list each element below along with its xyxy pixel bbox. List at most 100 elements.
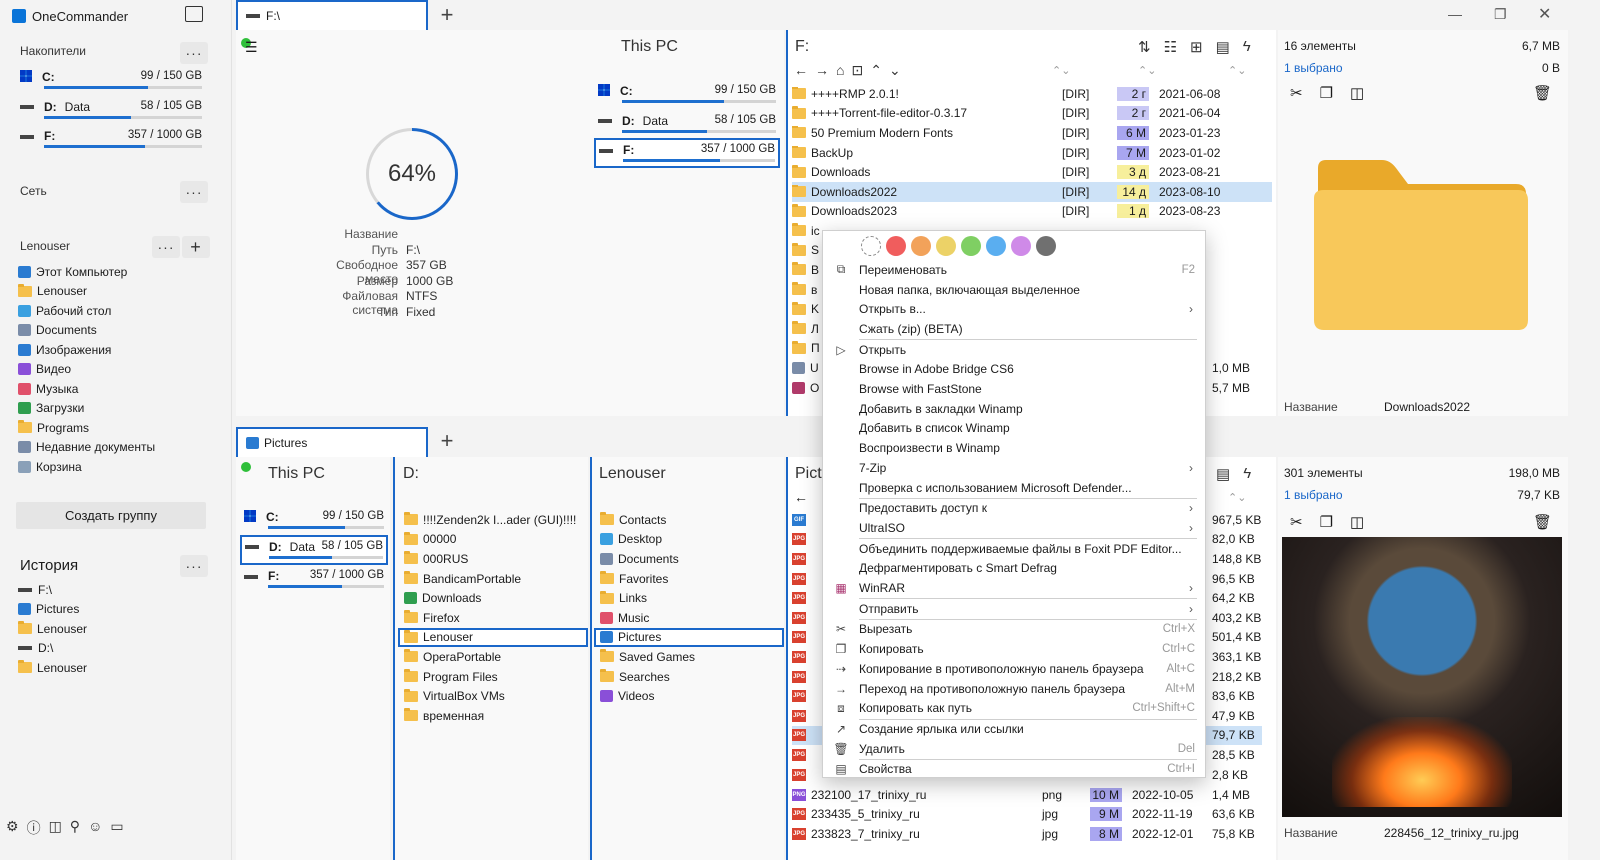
file-row[interactable]: ic [792,221,820,241]
context-menu-item[interactable]: ✂ Вырезать Ctrl+X [823,620,1205,640]
drive-item[interactable]: F: 357 / 1000 GB [594,138,780,168]
sidebar-item[interactable]: Музыка [18,379,218,399]
sort-size-icon[interactable]: ⌃⌄ [1228,64,1246,77]
folder-row[interactable]: Desktop [596,530,782,550]
file-row[interactable]: ++++RMP 2.0.1! [DIR] 2 г 2021-06-08 [792,84,1272,104]
context-menu-item[interactable]: ❐ Копировать Ctrl+C [823,639,1205,659]
delete-icon[interactable]: 🗑 [1533,513,1552,531]
sort-icon[interactable]: ⇅ [1138,38,1151,56]
sidebar-item[interactable]: Lenouser [18,282,218,302]
file-row[interactable]: JPG 233435_5_trinixy_ru jpg 9 M 2022-11-19 63… [792,805,1262,825]
context-menu-item[interactable]: Воспроизвести в Winamp [823,438,1205,458]
context-menu-item[interactable]: Browse in Adobe Bridge CS6 [823,360,1205,380]
folder-up-icon[interactable]: ⊡ [851,62,863,79]
folder-row[interactable]: VirtualBox VMs [400,686,586,706]
sidebar-item[interactable]: Этот Компьютер [18,262,218,282]
folder-row[interactable]: Downloads [400,588,586,608]
forward-icon[interactable]: → [815,62,829,79]
context-menu-item[interactable]: Browse with FastStone [823,379,1205,399]
maximize-icon[interactable]: ❐ [1494,6,1507,23]
sidebar-item[interactable]: Недавние документы [18,438,218,458]
drive-item[interactable]: D: Data 58 / 105 GB [20,100,202,128]
context-menu-item[interactable]: ▦ WinRAR › [823,578,1205,598]
context-menu-item[interactable]: Дефрагментировать с Smart Defrag [823,559,1205,579]
file-row[interactable]: 50 Premium Modern Fonts [DIR] 6 M 2023-01-2… [792,123,1272,143]
home-icon[interactable]: ⌂ [836,62,844,79]
context-menu-item[interactable]: Предоставить доступ к › [823,498,1205,518]
file-row[interactable]: Downloads2022 [DIR] 14 д 2023-08-10 [792,182,1272,202]
folder-row[interactable]: Videos [596,686,782,706]
file-row[interactable]: П [792,339,820,359]
folder-row[interactable]: Links [596,588,782,608]
file-row[interactable]: в [792,280,817,300]
copy-icon[interactable]: ❐ [1320,513,1333,531]
window-icon[interactable]: ▭ [110,818,123,838]
compare-icon[interactable]: ◫ [1350,84,1364,102]
drives-menu-button[interactable]: ··· [180,42,208,64]
context-menu-item[interactable]: Сжать (zip) (BETA) [823,319,1205,339]
file-row[interactable]: O 5,7 MB [792,378,1250,398]
context-menu-item[interactable]: Добавить в список Winamp [823,419,1205,439]
sidebar-item[interactable]: Рабочий стол [18,301,218,321]
context-menu-item[interactable]: ⧈ Копировать как путь Ctrl+Shift+C [823,698,1205,718]
context-menu-item[interactable]: 🗑 Удалить Del [823,739,1205,759]
create-group-button[interactable]: Создать группу [16,502,206,529]
sidebar-item[interactable]: Programs [18,418,218,438]
search-icon[interactable]: ⚲ [70,818,80,838]
delete-icon[interactable]: 🗑 [1533,84,1552,102]
info-icon[interactable]: ⓘ [27,818,41,838]
sidebar-item[interactable]: Lenouser [18,658,218,678]
drive-item[interactable]: D: Data 58 / 105 GB [240,534,388,565]
sidebar-item[interactable]: Корзина [18,457,218,477]
settings-icon[interactable]: ⚙ [6,818,19,838]
folder-row[interactable]: !!!!Zenden2k I...ader (GUI)!!!! [400,510,586,530]
folder-row[interactable]: OperaPortable [400,647,586,667]
context-menu-item[interactable]: ⇢ Копирование в противоположную панель бр… [823,659,1205,679]
file-row[interactable]: Л [792,319,819,339]
context-menu-item[interactable]: Проверка с использованием Microsoft Defe… [823,478,1205,498]
file-row[interactable]: S [792,241,819,261]
folder-row[interactable]: 00000 [400,530,586,550]
folder-row[interactable]: Documents [596,549,782,569]
context-menu-item[interactable]: ↗ Создание ярлыка или ссылки [823,719,1205,739]
folder-row[interactable]: временная [400,706,586,726]
color-tag-4[interactable] [961,236,981,256]
folder-row[interactable]: Saved Games [596,647,782,667]
sidebar-item[interactable]: Documents [18,321,218,341]
cut-icon[interactable]: ✂ [1290,513,1303,531]
file-row[interactable]: Downloads2023 [DIR] 1 д 2023-08-23 [792,202,1272,222]
chevron-up-icon[interactable]: ⌃ [870,62,882,79]
sidebar-item[interactable]: Lenouser [18,619,218,639]
clipboard-icon[interactable]: ▤ [1216,38,1230,56]
file-row[interactable]: Downloads [DIR] 3 д 2023-08-21 [792,162,1272,182]
lightning-icon[interactable]: ϟ [1243,38,1251,56]
context-menu-item[interactable]: → Переход на противоположную панель брауз… [823,679,1205,699]
sort-date-icon[interactable]: ⌃⌄ [1138,64,1156,77]
sidebar-item[interactable]: Изображения [18,340,218,360]
layout-icon[interactable]: ◫ [49,818,62,838]
back-icon[interactable]: ← [794,62,808,79]
context-menu-item[interactable]: ▷ Открыть [823,340,1205,360]
sidebar-item[interactable]: Загрузки [18,399,218,419]
context-menu-item[interactable]: Открыть в... › [823,299,1205,319]
context-menu-item[interactable]: Добавить в закладки Winamp [823,399,1205,419]
color-tag-5[interactable] [986,236,1006,256]
compare-icon[interactable]: ◫ [1350,513,1364,531]
file-row[interactable]: BackUp [DIR] 7 M 2023-01-02 [792,143,1272,163]
context-menu-item[interactable]: Отправить › [823,599,1205,619]
color-tag-1[interactable] [886,236,906,256]
file-row[interactable]: PNG 232100_17_trinixy_ru png 10 M 2022-10-05… [792,785,1262,805]
back-icon[interactable]: ← [794,489,808,505]
drive-item[interactable]: F: 357 / 1000 GB [20,129,202,157]
folder-row[interactable]: Contacts [596,510,782,530]
drive-item[interactable]: C: 99 / 150 GB [598,84,776,112]
file-row[interactable]: JPG 233823_7_trinixy_ru jpg 8 M 2022-12-01 75… [792,824,1262,844]
view-list-icon[interactable]: ☷ [1164,38,1177,56]
clipboard-icon[interactable]: ▤ [1216,465,1230,483]
sidebar-item[interactable]: Видео [18,360,218,380]
top-add-tab-button[interactable]: + [432,2,462,28]
copy-icon[interactable]: ❐ [1320,84,1333,102]
top-tab-f[interactable]: F:\ [236,0,428,30]
context-menu-item[interactable]: Объединить поддерживаемые файлы в Foxit … [823,539,1205,559]
folder-row[interactable]: Lenouser [398,627,588,648]
